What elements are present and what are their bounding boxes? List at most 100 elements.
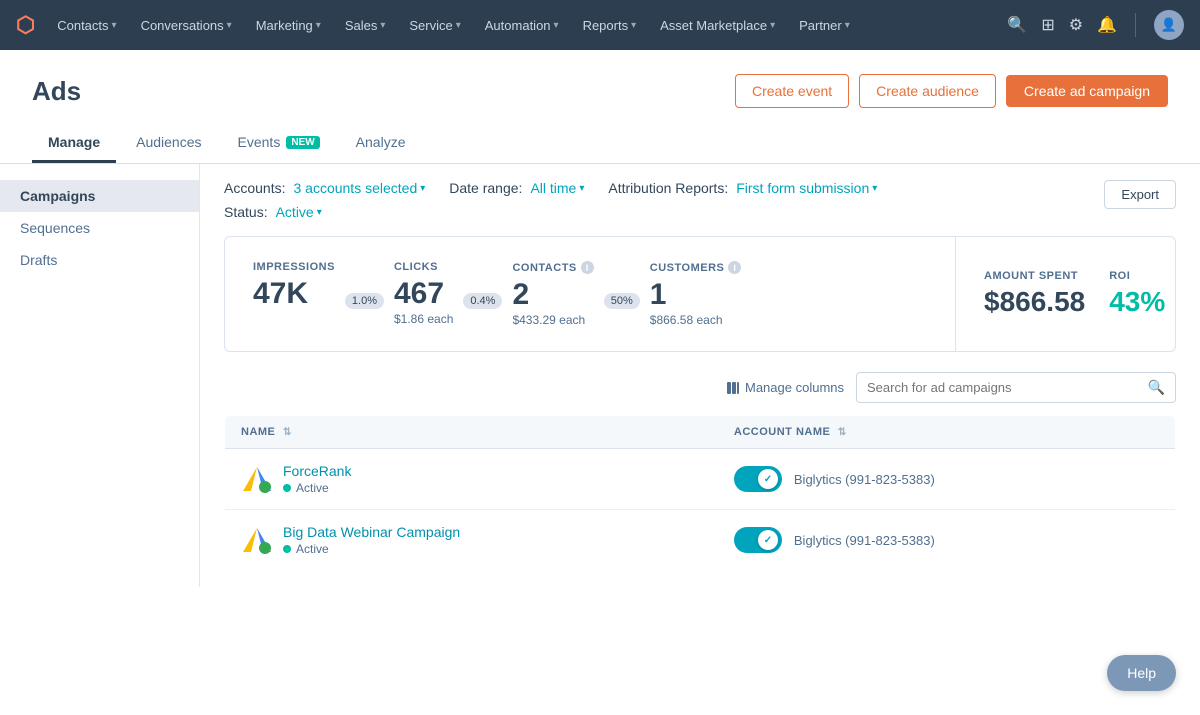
search-icon: 🔍	[1148, 379, 1165, 396]
attribution-filter-label: Attribution Reports:	[608, 180, 728, 196]
active-status-dot	[283, 484, 291, 492]
chevron-down-icon: ▾	[554, 20, 559, 31]
chevron-down-icon: ▾	[317, 207, 322, 218]
sidebar-item-sequences[interactable]: Sequences	[0, 212, 199, 244]
sidebar-item-drafts[interactable]: Drafts	[0, 244, 199, 276]
create-event-button[interactable]: Create event	[735, 74, 849, 108]
nav-contacts[interactable]: Contacts ▾	[47, 12, 126, 39]
export-button[interactable]: Export	[1104, 180, 1176, 209]
nav-icon-group: 🔍 ⊞ ⚙ 🔔 👤	[1007, 10, 1184, 40]
campaign-link[interactable]: Big Data Webinar Campaign	[283, 524, 460, 540]
filters-row-2: Status: Active ▾	[224, 204, 877, 220]
toggle-track[interactable]: ✓	[734, 527, 782, 553]
table-row: Big Data Webinar Campaign Active	[225, 510, 1176, 571]
check-icon: ✓	[764, 535, 772, 546]
customers-sub: $866.58 each	[650, 313, 723, 327]
user-avatar[interactable]: 👤	[1154, 10, 1184, 40]
content-area: Accounts: 3 accounts selected ▾ Date ran…	[200, 164, 1200, 587]
nav-asset-marketplace[interactable]: Asset Marketplace ▾	[650, 12, 785, 39]
customers-info-icon[interactable]: i	[728, 261, 741, 274]
filters-row-1: Accounts: 3 accounts selected ▾ Date ran…	[224, 180, 877, 196]
search-icon[interactable]: 🔍	[1007, 15, 1027, 35]
nav-service[interactable]: Service ▾	[399, 12, 470, 39]
clicks-sub: $1.86 each	[394, 312, 453, 326]
tab-events[interactable]: Events NEW	[222, 124, 336, 163]
settings-icon[interactable]: ⚙	[1069, 15, 1083, 35]
chevron-down-icon: ▾	[770, 20, 775, 31]
main-layout: Campaigns Sequences Drafts Accounts: 3 a…	[0, 164, 1200, 587]
search-input[interactable]	[867, 380, 1142, 395]
table-controls: Manage columns 🔍	[224, 372, 1176, 403]
page-title: Ads	[32, 76, 81, 107]
nav-sales[interactable]: Sales ▾	[335, 12, 396, 39]
chevron-down-icon: ▾	[579, 183, 584, 194]
accounts-filter-value[interactable]: 3 accounts selected ▾	[293, 180, 425, 196]
table-body: ForceRank Active	[225, 449, 1176, 571]
create-audience-button[interactable]: Create audience	[859, 74, 996, 108]
chevron-down-icon: ▾	[631, 20, 636, 31]
stat-impressions: IMPRESSIONS 47K	[253, 261, 335, 310]
attribution-filter-value[interactable]: First form submission ▾	[736, 180, 877, 196]
chevron-down-icon: ▾	[872, 183, 877, 194]
nav-partner[interactable]: Partner ▾	[789, 12, 860, 39]
toggle-switch[interactable]: ✓	[734, 527, 782, 553]
account-name-cell: ✓ Biglytics (991-823-5383)	[718, 449, 1176, 510]
customers-label: CUSTOMERS i	[650, 261, 742, 274]
amount-spent-value: $866.58	[984, 286, 1085, 318]
help-button[interactable]: Help	[1107, 655, 1176, 691]
sidebar-item-campaigns[interactable]: Campaigns	[0, 180, 199, 212]
clicks-label: CLICKS	[394, 261, 438, 273]
stat-amount-spent: AMOUNT SPENT $866.58	[984, 270, 1085, 318]
chevron-down-icon: ▾	[316, 20, 321, 31]
impressions-label: IMPRESSIONS	[253, 261, 335, 273]
campaign-status: Active	[283, 542, 460, 556]
campaign-name-cell: ForceRank Active	[225, 449, 718, 510]
roi-value: 43%	[1109, 286, 1165, 318]
status-filter-label: Status:	[224, 204, 268, 220]
account-name: Biglytics (991-823-5383)	[794, 533, 935, 548]
page-container: Ads Create event Create audience Create …	[0, 50, 1200, 715]
toggle-track[interactable]: ✓	[734, 466, 782, 492]
nav-conversations[interactable]: Conversations ▾	[131, 12, 242, 39]
nav-reports[interactable]: Reports ▾	[573, 12, 647, 39]
stat-contacts: CONTACTS i 2 $433.29 each	[512, 261, 593, 327]
manage-columns-button[interactable]: Manage columns	[726, 380, 844, 395]
top-navigation: ⬡ Contacts ▾ Conversations ▾ Marketing ▾…	[0, 0, 1200, 50]
create-ad-campaign-button[interactable]: Create ad campaign	[1006, 75, 1168, 107]
customers-rate-badge: 50%	[604, 293, 640, 309]
header-actions: Create event Create audience Create ad c…	[735, 74, 1168, 108]
sort-icon[interactable]: ⇅	[838, 427, 847, 438]
campaign-link[interactable]: ForceRank	[283, 463, 351, 479]
campaign-search-box[interactable]: 🔍	[856, 372, 1176, 403]
new-badge: NEW	[286, 136, 319, 149]
nav-marketing[interactable]: Marketing ▾	[246, 12, 331, 39]
clicks-rate-arrow: 1.0%	[335, 261, 394, 309]
status-filter-value[interactable]: Active ▾	[276, 204, 322, 220]
accounts-filter-label: Accounts:	[224, 180, 285, 196]
tabs-bar: Manage Audiences Events NEW Analyze	[0, 124, 1200, 164]
tab-audiences[interactable]: Audiences	[120, 124, 217, 163]
impressions-value: 47K	[253, 277, 308, 310]
contacts-label: CONTACTS i	[512, 261, 593, 274]
campaigns-table: NAME ⇅ ACCOUNT NAME ⇅	[224, 415, 1176, 571]
customers-rate-arrow: 50%	[594, 261, 650, 309]
date-range-filter-value[interactable]: All time ▾	[530, 180, 584, 196]
tab-manage[interactable]: Manage	[32, 124, 116, 163]
contacts-info-icon[interactable]: i	[581, 261, 594, 274]
account-name-cell: ✓ Biglytics (991-823-5383)	[718, 510, 1176, 571]
toggle-switch[interactable]: ✓	[734, 466, 782, 492]
notifications-icon[interactable]: 🔔	[1097, 15, 1117, 35]
chevron-down-icon: ▾	[845, 20, 850, 31]
nav-automation[interactable]: Automation ▾	[475, 12, 569, 39]
tab-analyze[interactable]: Analyze	[340, 124, 422, 163]
apps-icon[interactable]: ⊞	[1041, 15, 1054, 35]
campaign-status: Active	[283, 481, 351, 495]
stat-roi: ROI 43%	[1109, 270, 1165, 318]
sort-icon[interactable]: ⇅	[283, 427, 292, 438]
col-account-name: ACCOUNT NAME ⇅	[718, 416, 1176, 449]
page-header: Ads Create event Create audience Create …	[0, 50, 1200, 108]
columns-icon	[726, 381, 740, 395]
hubspot-logo[interactable]: ⬡	[16, 12, 35, 38]
stat-customers: CUSTOMERS i 1 $866.58 each	[650, 261, 742, 327]
stat-clicks: CLICKS 467 $1.86 each	[394, 261, 453, 326]
